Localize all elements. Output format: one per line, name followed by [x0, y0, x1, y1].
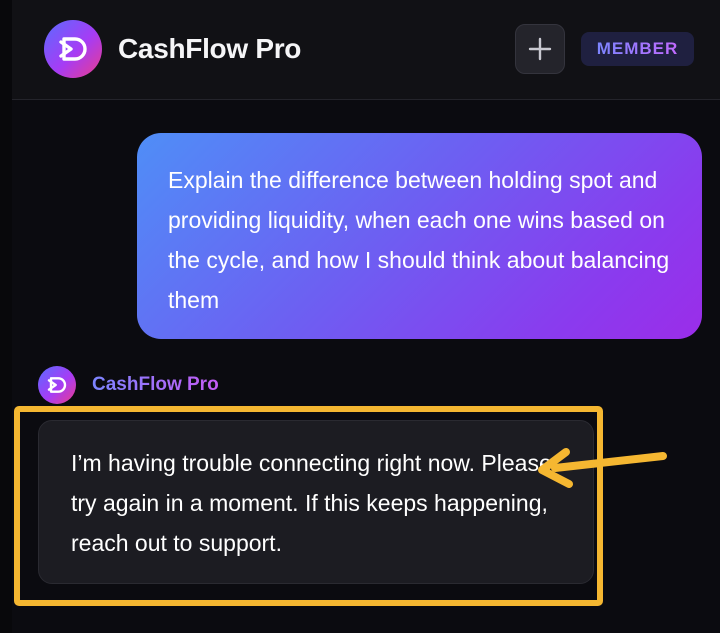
app-title: CashFlow Pro — [118, 33, 302, 64]
cashflow-logo-icon — [47, 377, 67, 393]
assistant-header: CashFlow Pro — [38, 365, 219, 405]
app-window: CashFlow Pro MEMBER Explain the differen… — [0, 0, 720, 633]
plus-icon — [528, 37, 552, 61]
assistant-name: CashFlow Pro — [92, 374, 219, 395]
highlight-annotation-box — [14, 406, 603, 606]
app-logo — [44, 20, 102, 78]
member-badge: MEMBER — [581, 32, 694, 66]
assistant-avatar — [38, 366, 76, 404]
member-badge-label: MEMBER — [596, 39, 679, 58]
app-header: CashFlow Pro MEMBER — [12, 0, 720, 100]
cashflow-logo-icon — [59, 37, 87, 61]
sidebar-edge — [0, 0, 12, 633]
user-message-text: Explain the difference between holding s… — [168, 167, 670, 313]
user-message-bubble: Explain the difference between holding s… — [137, 133, 702, 339]
new-chat-button[interactable] — [515, 24, 565, 74]
